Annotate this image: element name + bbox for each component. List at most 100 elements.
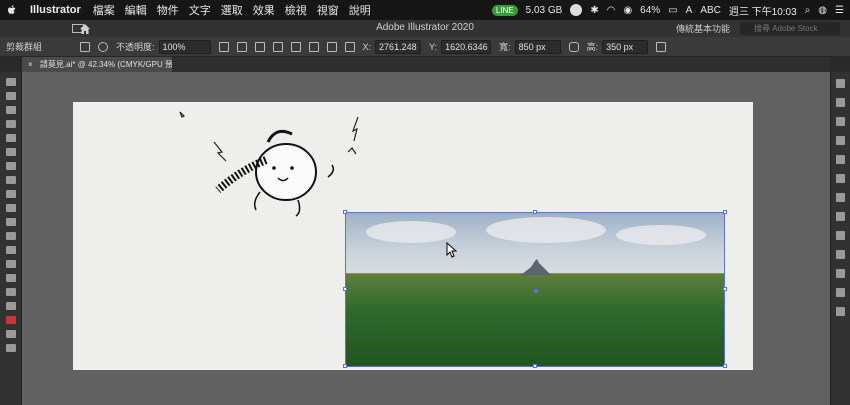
artboard-tool-icon[interactable] (6, 274, 16, 282)
app-menu[interactable]: Illustrator (30, 4, 81, 16)
placed-image[interactable] (345, 212, 725, 367)
appearance-panel-icon[interactable] (836, 269, 845, 278)
eyedropper-tool-icon[interactable] (6, 232, 16, 240)
home-icon[interactable] (79, 23, 91, 35)
x-label: X: (362, 41, 372, 52)
eye-icon[interactable]: ◉ (623, 5, 632, 16)
properties-panel-icon[interactable] (836, 117, 845, 126)
bluetooth-icon[interactable]: ✱ (590, 5, 598, 16)
datetime[interactable]: 週三 下午10:03 (729, 3, 797, 18)
document-tab[interactable]: × 請莫見.ai* @ 42.34% (CMYK/GPU 預視) (22, 57, 172, 72)
color-panel-icon[interactable] (836, 136, 845, 145)
image-cloud (616, 225, 706, 245)
hand-tool-icon[interactable] (6, 288, 16, 296)
menu-type[interactable]: 文字 (189, 2, 211, 18)
resize-handle-tl[interactable] (343, 210, 347, 214)
constrain-proportions-icon[interactable] (568, 41, 579, 52)
fill-stroke-icon[interactable] (6, 316, 16, 324)
image-cloud (366, 221, 456, 243)
align-to-icon[interactable] (218, 41, 229, 52)
battery-icon[interactable]: ▭ (668, 5, 677, 16)
menu-help[interactable]: 說明 (349, 2, 371, 18)
storage-readout[interactable]: 5.03 GB (526, 5, 563, 16)
input-method-icon[interactable]: A (686, 5, 693, 16)
resize-handle-ml[interactable] (343, 287, 347, 291)
resize-handle-bl[interactable] (343, 364, 347, 368)
selection-tool-icon[interactable] (6, 78, 16, 86)
eraser-tool-icon[interactable] (6, 190, 16, 198)
gradient-tool-icon[interactable] (6, 218, 16, 226)
type-tool-icon[interactable] (6, 162, 16, 170)
canvas[interactable] (22, 72, 830, 405)
menu-effect[interactable]: 效果 (253, 2, 275, 18)
align-right-icon[interactable] (272, 41, 283, 52)
blend-tool-icon[interactable] (6, 246, 16, 254)
close-tab-icon[interactable]: × (28, 60, 33, 69)
center-point-handle[interactable] (534, 289, 538, 293)
mouse-cursor-icon (446, 242, 458, 258)
transparency-panel-icon[interactable] (836, 250, 845, 259)
color-mode-icon[interactable] (6, 330, 16, 338)
screen-mode-icon[interactable] (6, 344, 16, 352)
menu-select[interactable]: 選取 (221, 2, 243, 18)
layers-panel-icon[interactable] (836, 307, 845, 316)
brushes-panel-icon[interactable] (836, 174, 845, 183)
notification-icon[interactable]: ☰ (835, 5, 844, 16)
graph-tool-icon[interactable] (6, 260, 16, 268)
wifi-icon[interactable]: ◠ (607, 5, 616, 16)
zoom-tool-icon[interactable] (6, 302, 16, 310)
curvature-tool-icon[interactable] (6, 120, 16, 128)
graphic-styles-panel-icon[interactable] (836, 288, 845, 297)
align-top-icon[interactable] (290, 41, 301, 52)
document-tab-bar: × 請莫見.ai* @ 42.34% (CMYK/GPU 預視) (22, 57, 830, 72)
resize-handle-br[interactable] (723, 364, 727, 368)
reference-point-icon[interactable] (344, 41, 355, 52)
resize-handle-mr[interactable] (723, 287, 727, 291)
transform-options-icon[interactable] (656, 41, 667, 52)
align-hcenter-icon[interactable] (254, 41, 265, 52)
gradient-panel-icon[interactable] (836, 231, 845, 240)
apple-icon[interactable] (6, 4, 18, 16)
input-method-label[interactable]: ABC (700, 5, 721, 16)
x-field[interactable]: 2761.248 (375, 39, 422, 54)
symbols-panel-icon[interactable] (836, 193, 845, 202)
resize-handle-bm[interactable] (533, 364, 537, 368)
menu-object[interactable]: 物件 (157, 2, 179, 18)
line-icon[interactable]: LINE (491, 4, 518, 16)
resize-handle-tm[interactable] (533, 210, 537, 214)
siri-icon[interactable]: ◍ (818, 5, 827, 16)
resize-handle-tr[interactable] (723, 210, 727, 214)
paragraph-panel-icon[interactable] (836, 98, 845, 107)
pencil-tool-icon[interactable] (6, 148, 16, 156)
shape-builder-tool-icon[interactable] (6, 204, 16, 212)
width-label: 寬: (499, 42, 511, 52)
align-vcenter-icon[interactable] (308, 41, 319, 52)
opacity-field[interactable]: 100% (158, 39, 211, 54)
paintbrush-tool-icon[interactable] (6, 134, 16, 142)
transform-icon[interactable] (80, 41, 91, 52)
stroke-panel-icon[interactable] (836, 212, 845, 221)
align-left-icon[interactable] (236, 41, 247, 52)
height-field[interactable]: 350 px (602, 39, 649, 54)
menu-view[interactable]: 檢視 (285, 2, 307, 18)
menu-window[interactable]: 視窗 (317, 2, 339, 18)
document-tab-label: 請莫見.ai* @ 42.34% (CMYK/GPU 預視) (39, 60, 172, 69)
spotlight-icon[interactable]: ⌕ (805, 5, 811, 16)
align-bottom-icon[interactable] (326, 41, 337, 52)
artboard[interactable] (73, 102, 753, 370)
pen-tool-icon[interactable] (6, 106, 16, 114)
battery-percent[interactable]: 64% (640, 5, 660, 16)
menu-file[interactable]: 檔案 (93, 2, 115, 18)
width-field[interactable]: 850 px (514, 39, 561, 54)
workspace-menu[interactable]: 傳統基本功能 (676, 22, 730, 35)
recolor-icon[interactable] (98, 41, 109, 52)
menu-edit[interactable]: 編輯 (125, 2, 147, 18)
swatches-panel-icon[interactable] (836, 155, 845, 164)
character-panel-icon[interactable] (836, 79, 845, 88)
y-field[interactable]: 1620.6346 (441, 39, 492, 54)
selection-type-label: 剪裁群組 (6, 42, 43, 52)
direct-selection-tool-icon[interactable] (6, 92, 16, 100)
rotate-tool-icon[interactable] (6, 176, 16, 184)
stock-search-input[interactable]: 搜尋 Adobe Stock (740, 22, 840, 35)
memory-icon[interactable] (570, 4, 583, 16)
